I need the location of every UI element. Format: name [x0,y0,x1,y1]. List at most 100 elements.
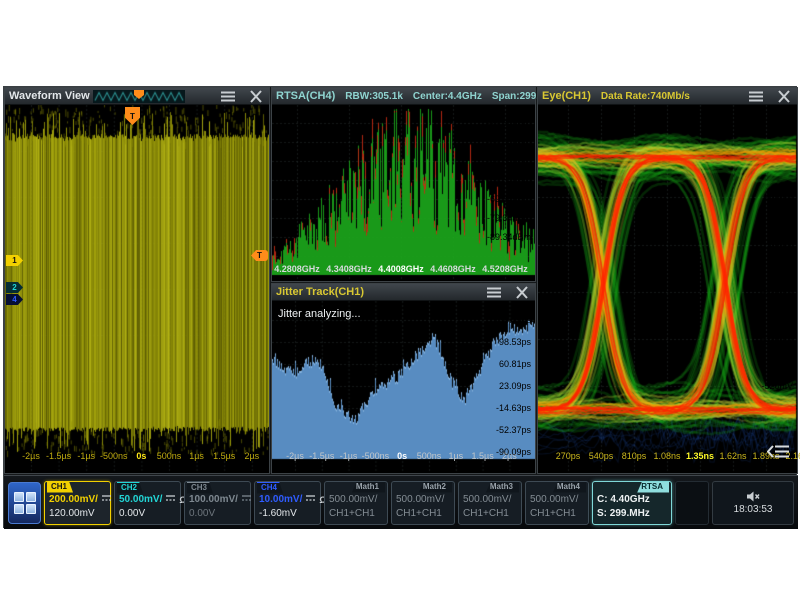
math-scale-value: 500.00mV/ [329,493,383,507]
y-tick-label: -59.34dBm [487,175,531,185]
x-tick-label: 1µs [189,451,204,461]
channel-scale-value: 200.00mV/ [49,493,98,507]
dc-coupling-icon [165,494,176,502]
y-tick-label: -520mV [761,381,793,391]
y-tick-label: -69.34dBm [487,194,531,204]
x-tick-label: -1µs [340,451,358,461]
bottom-status-bar: CH1200.00mV/Ω120.00mVCH250.00mV/Ω0.00VCH… [4,475,798,529]
y-tick-label: -90.09ps [496,447,531,457]
math-expression: CH1+CH1 [329,507,383,521]
layout-grid-button[interactable] [8,482,41,524]
x-tick-label: 4.2808GHz [274,264,320,274]
channel-box-ch2[interactable]: CH250.00mV/Ω0.00V [114,481,181,525]
eye-header: Eye(CH1) Data Rate:740Mb/s [538,88,797,105]
collapse-splitter-icon[interactable] [767,444,791,459]
eye-plot-canvas [538,105,797,473]
x-tick-label: 500ns [417,451,442,461]
x-tick-label: 4.5208GHz [482,264,528,274]
jitter-title: Jitter Track(CH1) [276,286,364,298]
channel-scale-value: 10.00mV/ [259,493,302,507]
channel-offset-value: -1.60mV [259,507,316,521]
jitter-status-message: Jitter analyzing... [278,308,361,320]
x-tick-label: 1.5µs [471,451,493,461]
eye-data-rate: Data Rate:740Mb/s [601,91,690,102]
math-expression: CH1+CH1 [463,507,517,521]
speaker-muted-icon [746,491,760,502]
math-boxes: Math1500.00mV/CH1+CH1Math2500.00mV/CH1+C… [324,481,589,525]
y-tick-label: 136.25ps [494,315,531,325]
channel-offset-value: 0.00V [119,507,176,521]
channel-offset-value: 120.00mV [49,507,106,521]
y-tick-label: -120mV [761,287,793,297]
waveform-view-header: Waveform View [5,88,269,105]
x-tick-label: 4.4008GHz [378,264,424,274]
menu-icon[interactable] [747,90,765,103]
math-expression: CH1+CH1 [396,507,450,521]
rtsa-status-box[interactable]: RTSA C: 4.40GHz S: 299.MHz [592,481,672,525]
waveform-preview-strip[interactable] [93,90,185,103]
panel-rtsa-spectrum: RTSA(CH4) RBW:305.1k Center:4.4GHz Span:… [271,87,536,282]
close-icon[interactable] [775,90,793,103]
x-tick-label: 0s [397,451,407,461]
rtsa-rbw: RBW:305.1k [345,91,403,102]
panel-waveform-view: Waveform View -2µs-1.5µs-1µs-500ns0s500n… [4,87,270,474]
x-tick-label: 1.35ns [686,451,714,461]
waveform-plot-canvas [5,105,269,473]
y-tick-label: -14.63ps [496,403,531,413]
y-tick-label: -52.37ps [496,425,531,435]
dc-coupling-icon [241,494,252,502]
y-tick-label: 98.53ps [499,337,531,347]
x-tick-label: -500ns [362,451,390,461]
dc-coupling-icon [305,494,316,502]
jitter-header: Jitter Track(CH1) [272,284,535,301]
x-tick-label: 540ps [589,451,614,461]
y-tick-label: -39.34dBm [487,137,531,147]
math-box-math3[interactable]: Math3500.00mV/CH1+CH1 [458,481,522,525]
x-tick-label: -500ns [100,451,128,461]
channel-tab-label: CH2 [117,482,143,494]
channel-tab-label: CH3 [187,482,213,494]
channel-box-ch4[interactable]: CH410.00mV/Ω-1.60mV [254,481,321,525]
rtsa-x-axis: 4.2808GHz 4.3408GHz 4.4008GHz 4.4608GHz 4.52… [272,264,535,276]
x-tick-label: 1.62ns [719,451,746,461]
channel-box-ch3[interactable]: CH3100.00mV/0.00V [184,481,251,525]
menu-icon[interactable] [485,286,503,299]
waveform-view-title: Waveform View [9,90,90,102]
x-tick-label: -1.5µs [309,451,334,461]
clock-box[interactable]: 18:03:53 [712,481,794,525]
x-tick-label: 4.4608GHz [430,264,476,274]
close-icon[interactable] [247,90,265,103]
grid-icon [14,492,36,514]
math-tab-label: Math3 [486,482,519,493]
close-icon[interactable] [513,286,531,299]
channel-scale-value: 50.00mV/ [119,493,162,507]
y-tick-label: 80mV [769,239,793,249]
x-tick-label: 1.08ns [653,451,680,461]
y-tick-label: -29.34dBm [487,118,531,128]
ch1-marker-label: 1 [12,256,16,265]
x-tick-label: 4.3408GHz [326,264,372,274]
math-box-math1[interactable]: Math1500.00mV/CH1+CH1 [324,481,388,525]
math-tab-label: Math2 [419,482,452,493]
x-tick-label: -1µs [77,451,95,461]
trigger-right-label: T [257,251,262,260]
channel-scale-value: 100.00mV/ [189,493,238,507]
menu-icon[interactable] [219,90,237,103]
math-box-math2[interactable]: Math2500.00mV/CH1+CH1 [391,481,455,525]
rtsa-title: RTSA(CH4) [276,90,335,102]
math-box-math4[interactable]: Math4500.00mV/CH1+CH1 [525,481,589,525]
eye-title: Eye(CH1) [542,90,591,102]
rtsa-header: RTSA(CH4) RBW:305.1k Center:4.4GHz Span:… [272,88,535,105]
spectrum-plot-canvas [272,105,535,281]
channel-box-ch1[interactable]: CH1200.00mV/Ω120.00mV [44,481,111,525]
x-tick-label: 500ns [157,451,182,461]
channel-tab-label: CH1 [47,482,73,493]
eye-x-axis: 270ps540ps810ps1.08ns1.35ns1.62ns1.89ns2… [538,451,797,463]
x-tick-label: 810ps [622,451,647,461]
y-tick-label: 280mV [764,192,793,202]
oscilloscope-app: Waveform View -2µs-1.5µs-1µs-500ns0s500n… [3,86,797,528]
y-tick-label: -79.34dBm [487,213,531,223]
rtsa-center-value: C: 4.40GHz [597,493,667,507]
channel-offset-value: 0.00V [189,507,246,521]
x-tick-label: 1µs [448,451,463,461]
